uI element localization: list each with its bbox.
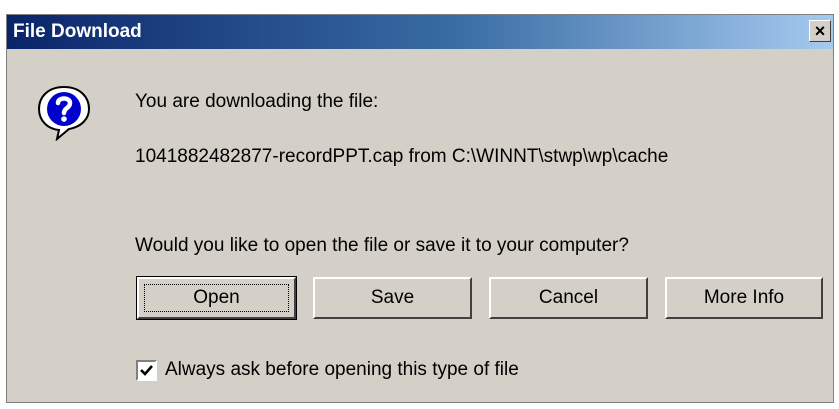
cancel-button[interactable]: Cancel — [489, 277, 648, 319]
prompt-text: Would you like to open the file or save … — [135, 235, 629, 256]
question-icon — [37, 85, 91, 141]
file-download-dialog: File Download × You are downloading the … — [6, 14, 834, 403]
dialog-title: File Download — [13, 21, 142, 42]
checkmark-icon — [140, 365, 153, 376]
always-ask-label[interactable]: Always ask before opening this type of f… — [165, 359, 519, 381]
open-button[interactable]: Open — [136, 276, 297, 320]
file-info: 1041882482877-recordPPT.cap from C:\WINN… — [135, 146, 669, 167]
close-button[interactable]: × — [809, 20, 831, 42]
always-ask-checkbox[interactable] — [136, 360, 157, 381]
save-button[interactable]: Save — [313, 277, 472, 319]
more-info-button[interactable]: More Info — [665, 277, 823, 319]
title-bar[interactable]: File Download × — [7, 15, 833, 49]
close-icon: × — [814, 21, 826, 41]
more-info-button-label: More Info — [703, 287, 785, 308]
open-button-label: Open — [193, 287, 240, 308]
save-button-label: Save — [370, 287, 415, 308]
cancel-button-label: Cancel — [538, 287, 599, 308]
download-message: You are downloading the file: — [135, 91, 379, 112]
